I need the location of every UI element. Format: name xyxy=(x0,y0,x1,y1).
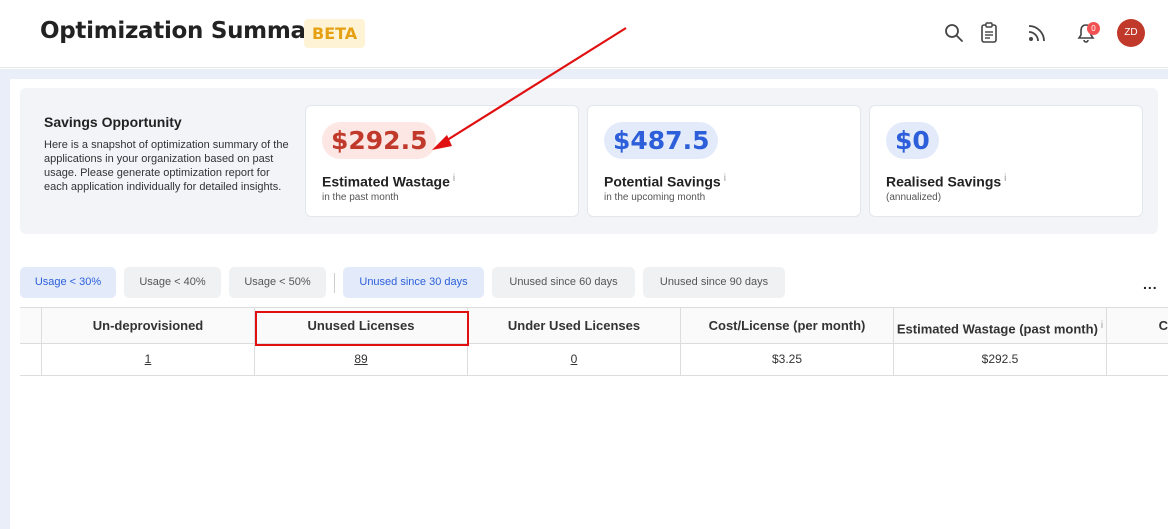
savings-title: Savings Opportunity xyxy=(44,114,182,130)
table-cell-unused-licenses[interactable]: 89 xyxy=(254,344,467,375)
sidebar-strip xyxy=(0,69,10,529)
card-label-text: Potential Savings xyxy=(604,173,721,190)
avatar[interactable]: ZD xyxy=(1117,19,1145,47)
cell-link[interactable]: 0 xyxy=(571,352,578,366)
filter-separator xyxy=(334,273,335,293)
potential-savings-amount: $487.5 xyxy=(604,122,719,159)
table-cell-un-deprovisioned[interactable]: 1 xyxy=(41,344,254,375)
filter-unused-90-days[interactable]: Unused since 90 days xyxy=(643,267,785,298)
cell-link[interactable]: 89 xyxy=(354,352,367,366)
annotation-highlight-box xyxy=(255,311,469,346)
filter-usage-30[interactable]: Usage < 30% xyxy=(20,267,116,298)
column-header-un-deprovisioned[interactable]: Un-deprovisioned xyxy=(41,308,254,343)
table-row: 1 89 0 $3.25 $292.5 xyxy=(20,344,1168,376)
estimated-wastage-sub: in the past month xyxy=(322,192,399,203)
clipboard-icon[interactable] xyxy=(978,22,1000,44)
notification-count-badge: 0 xyxy=(1087,22,1100,35)
filter-usage-50[interactable]: Usage < 50% xyxy=(229,267,326,298)
table-cell-truncated xyxy=(1106,344,1168,375)
beta-badge: BETA xyxy=(304,19,366,48)
column-header-truncated[interactable]: C xyxy=(1106,308,1168,343)
savings-description: Here is a snapshot of optimization summa… xyxy=(44,139,289,193)
table-cell-estimated-wastage: $292.5 xyxy=(893,344,1106,375)
realised-savings-label: Realised Savings i xyxy=(886,173,1006,190)
estimated-wastage-card: $292.5 Estimated Wastage i in the past mo… xyxy=(305,105,579,217)
column-header-cost-per-license[interactable]: Cost/License (per month) xyxy=(680,308,893,343)
info-icon[interactable]: i xyxy=(724,173,726,184)
potential-savings-label: Potential Savings i xyxy=(604,173,726,190)
realised-savings-card: $0 Realised Savings i (annualized) xyxy=(869,105,1143,217)
column-header-under-used-licenses[interactable]: Under Used Licenses xyxy=(467,308,680,343)
card-label-text: Realised Savings xyxy=(886,173,1002,190)
info-icon[interactable]: i xyxy=(453,173,455,184)
table-cell-cost-per-license: $3.25 xyxy=(680,344,893,375)
top-bar: Optimization Summary BETA 0 ZD xyxy=(0,0,1168,68)
table-header: Un-deprovisioned Unused Licenses Under U… xyxy=(20,307,1168,344)
table-cell-under-used-licenses[interactable]: 0 xyxy=(467,344,680,375)
cell-link[interactable]: 1 xyxy=(145,352,152,366)
realised-savings-amount: $0 xyxy=(886,122,939,159)
page-title: Optimization Summary xyxy=(40,18,332,44)
potential-savings-sub: in the upcoming month xyxy=(604,192,706,203)
column-header-estimated-wastage[interactable]: Estimated Wastage (past month) i xyxy=(893,308,1106,343)
filter-unused-60-days[interactable]: Unused since 60 days xyxy=(492,267,635,298)
info-icon[interactable]: i xyxy=(1004,173,1006,184)
info-icon[interactable]: i xyxy=(1101,320,1103,331)
potential-savings-card: $487.5 Potential Savings i in the upcomin… xyxy=(587,105,861,217)
column-header-blank xyxy=(20,308,41,343)
column-header-text: Estimated Wastage (past month) xyxy=(896,321,1098,337)
card-label-text: Estimated Wastage xyxy=(322,173,450,190)
realised-savings-sub: (annualized) xyxy=(886,192,942,203)
more-options-icon[interactable]: ... xyxy=(1143,276,1158,292)
filter-usage-40[interactable]: Usage < 40% xyxy=(124,267,221,298)
search-icon[interactable] xyxy=(943,22,965,44)
content-top-strip xyxy=(0,69,1168,79)
estimated-wastage-amount: $292.5 xyxy=(322,122,437,159)
rss-feed-icon[interactable] xyxy=(1026,22,1048,44)
filter-unused-30-days[interactable]: Unused since 30 days xyxy=(343,267,484,298)
table-cell-blank xyxy=(20,344,41,375)
annotation-arrow xyxy=(432,27,627,150)
estimated-wastage-label: Estimated Wastage i xyxy=(322,173,455,190)
